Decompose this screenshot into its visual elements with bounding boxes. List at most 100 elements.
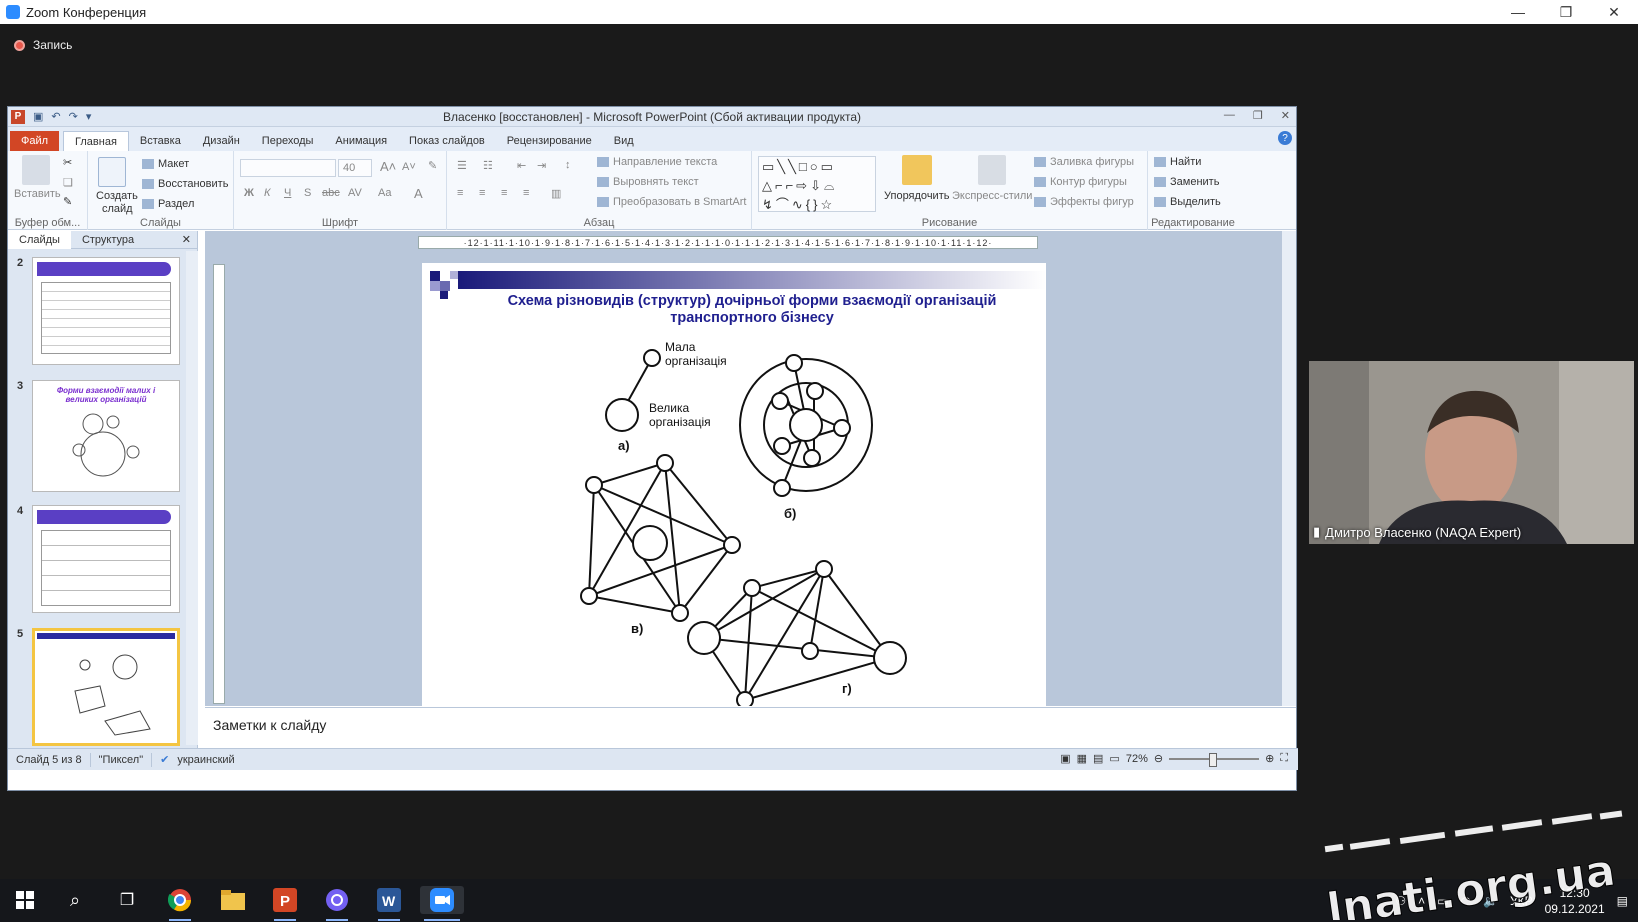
select-button[interactable]: Выделить [1154, 196, 1221, 208]
save-icon[interactable]: ▣ [33, 110, 43, 123]
zoom-slider[interactable] [1169, 752, 1260, 767]
layout-button[interactable]: Макет [142, 158, 189, 170]
show-hidden-icons[interactable]: ˄ [1418, 894, 1425, 908]
slide-thumbnail-5-selected[interactable] [32, 628, 180, 746]
text-direction-button[interactable]: Направление текста [597, 156, 717, 168]
paste-icon[interactable] [22, 155, 50, 185]
spellcheck-icon[interactable]: ✔ [160, 753, 169, 766]
panel-scrollbar[interactable] [186, 251, 198, 745]
section-button[interactable]: Раздел [142, 198, 194, 210]
tab-file[interactable]: Файл [10, 131, 60, 151]
smartart-button[interactable]: Преобразовать в SmartArt [597, 196, 746, 208]
slide-thumbnail-3[interactable]: Форми взаємодії малих і великих організа… [32, 380, 180, 492]
ppt-minimize-button[interactable]: — [1224, 109, 1235, 122]
close-button[interactable]: ✕ [1590, 0, 1638, 24]
quick-styles-button[interactable]: Экспресс-стили [952, 190, 1032, 202]
notification-icon[interactable]: ▤ [1617, 894, 1628, 908]
reading-view-icon[interactable]: ▤ [1093, 752, 1103, 765]
tab-home[interactable]: Главная [63, 131, 129, 151]
current-slide[interactable]: Схема різновидів (структур) дочірньої фо… [422, 263, 1046, 706]
change-case-button[interactable]: Aa [378, 187, 391, 199]
new-slide-label-2[interactable]: слайд [102, 203, 133, 215]
zoom-taskbar-icon[interactable] [420, 886, 464, 921]
volume-icon[interactable]: 🔈 [1483, 894, 1498, 908]
help-icon[interactable]: ? [1278, 131, 1292, 145]
people-icon[interactable]: ⚇ [1395, 894, 1406, 908]
tab-insert[interactable]: Вставка [129, 131, 192, 151]
cut-icon[interactable]: ✂ [63, 156, 72, 169]
shape-fill-button[interactable]: Заливка фигуры [1034, 156, 1134, 168]
italic-button[interactable]: К [264, 187, 270, 199]
tab-animations[interactable]: Анимация [324, 131, 398, 151]
justify-icon[interactable]: ≡ [523, 187, 529, 199]
strikethrough-button[interactable]: abc [322, 187, 340, 199]
font-name-combo[interactable] [240, 159, 336, 177]
viber-icon[interactable] [322, 886, 352, 921]
restore-button[interactable]: ❐ [1542, 0, 1590, 24]
zoom-in-icon[interactable]: ⊕ [1265, 752, 1274, 765]
chrome-icon[interactable] [165, 886, 195, 921]
font-color-button[interactable]: A [414, 186, 423, 201]
slide-thumbnail-2[interactable] [32, 257, 180, 365]
customize-qat-icon[interactable]: ▾ [86, 110, 92, 123]
copy-icon[interactable]: ❏ [63, 176, 73, 189]
new-slide-label-1[interactable]: Создать [96, 190, 138, 202]
slideshow-view-icon[interactable]: ▭ [1109, 752, 1119, 765]
zoom-level[interactable]: 72% [1126, 753, 1148, 765]
underline-button[interactable]: Ч [284, 187, 291, 199]
participant-video[interactable]: ▮ Дмитро Власенко (NAQA Expert) [1309, 361, 1634, 544]
recording-indicator[interactable]: Запись [14, 38, 72, 52]
shapes-gallery[interactable]: ▭╲╲□○▭ △⌐⌐⇨⇩⌓ ↯⌒∿{}☆ [758, 156, 876, 212]
tab-slides[interactable]: Слайды [8, 230, 71, 249]
start-button[interactable] [10, 886, 40, 914]
slide-thumbnail-4[interactable] [32, 505, 180, 613]
editor-scrollbar[interactable] [1282, 231, 1296, 706]
ppt-close-button[interactable]: ✕ [1281, 109, 1290, 122]
word-icon[interactable]: W [374, 886, 404, 921]
quick-styles-icon[interactable] [978, 155, 1006, 185]
char-spacing-button[interactable]: AV [348, 187, 362, 199]
input-language[interactable]: УКР [1510, 894, 1533, 908]
align-right-icon[interactable]: ≡ [501, 187, 507, 199]
clear-format-icon[interactable]: ✎ [428, 159, 437, 172]
align-text-button[interactable]: Выровнять текст [597, 176, 699, 188]
align-center-icon[interactable]: ≡ [479, 187, 485, 199]
tab-outline[interactable]: Структура [71, 231, 145, 249]
bullets-icon[interactable]: ☰ [457, 159, 467, 172]
shadow-button[interactable]: S [304, 187, 311, 199]
task-view-icon[interactable]: ❐ [112, 886, 142, 914]
ppt-restore-button[interactable]: ❐ [1253, 109, 1263, 122]
tab-transitions[interactable]: Переходы [251, 131, 325, 151]
file-explorer-icon[interactable] [218, 886, 248, 914]
line-spacing-icon[interactable]: ↕ [565, 159, 571, 171]
language-indicator[interactable]: украинский [177, 754, 234, 766]
find-button[interactable]: Найти [1154, 156, 1201, 168]
notes-pane[interactable]: Заметки к слайду [205, 707, 1296, 747]
replace-button[interactable]: Заменить [1154, 176, 1219, 188]
zoom-out-icon[interactable]: ⊖ [1154, 752, 1163, 765]
columns-icon[interactable]: ▥ [551, 187, 561, 200]
close-panel-icon[interactable]: ✕ [182, 233, 191, 246]
grow-font-icon[interactable]: A˄ [380, 159, 396, 174]
arrange-icon[interactable] [902, 155, 932, 185]
tab-slideshow[interactable]: Показ слайдов [398, 131, 496, 151]
clock[interactable]: 12:30 09.12.2021 [1545, 885, 1605, 917]
fit-to-window-icon[interactable]: ⛶ [1280, 752, 1288, 765]
normal-view-icon[interactable]: ▣ [1060, 752, 1070, 765]
align-left-icon[interactable]: ≡ [457, 187, 463, 199]
new-slide-icon[interactable] [98, 157, 126, 187]
format-painter-icon[interactable]: ✎ [63, 195, 72, 208]
tab-view[interactable]: Вид [603, 131, 645, 151]
tab-design[interactable]: Дизайн [192, 131, 251, 151]
powerpoint-taskbar-icon[interactable]: P [270, 886, 300, 921]
redo-icon[interactable]: ↷ [69, 110, 78, 123]
shape-outline-button[interactable]: Контур фигуры [1034, 176, 1127, 188]
increase-indent-icon[interactable]: ⇥ [537, 159, 546, 172]
reset-button[interactable]: Восстановить [142, 178, 228, 190]
tab-review[interactable]: Рецензирование [496, 131, 603, 151]
wifi-icon[interactable]: ◠ [1461, 894, 1471, 908]
paste-button[interactable]: Вставить [14, 188, 61, 200]
undo-icon[interactable]: ↶ [51, 110, 60, 123]
battery-icon[interactable]: ▭ [1437, 894, 1448, 908]
shrink-font-icon[interactable]: A˅ [402, 161, 416, 173]
